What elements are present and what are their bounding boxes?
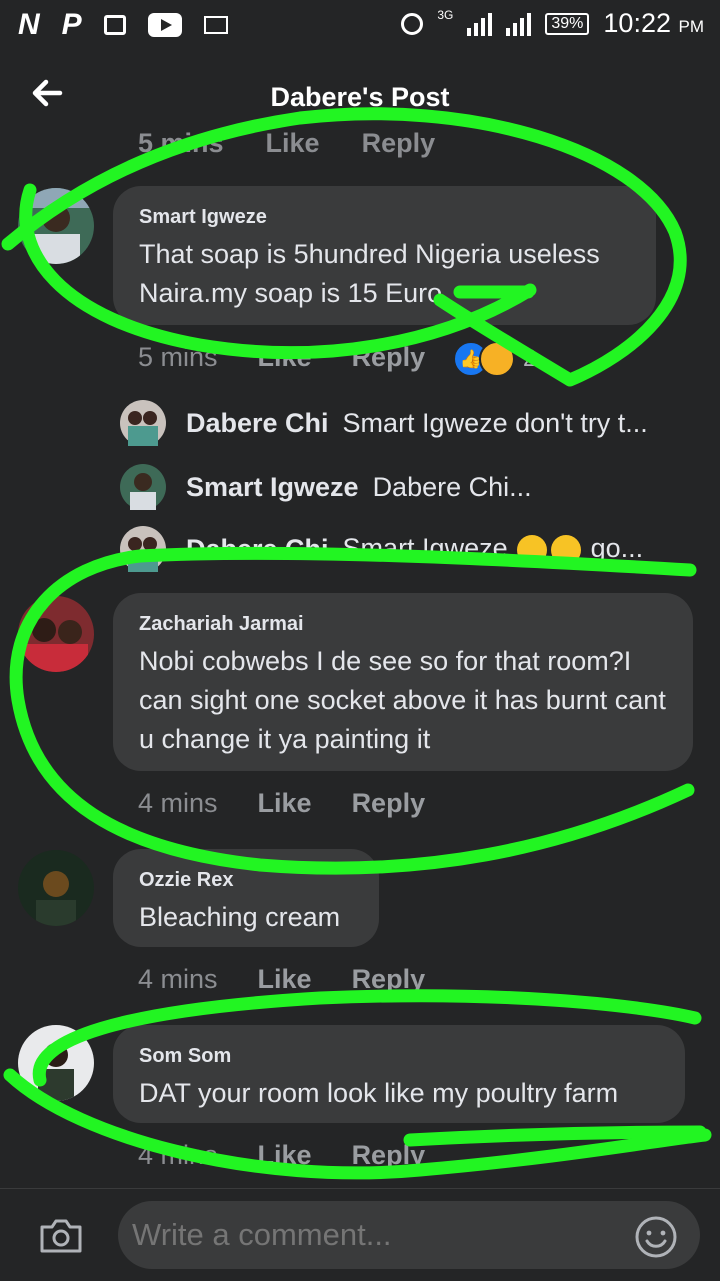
reply-button[interactable]: Reply [352,788,426,819]
avatar [120,464,166,510]
avatar[interactable] [18,1025,94,1101]
network-type: 3G [437,8,454,22]
comment-composer [0,1188,720,1281]
reply-author[interactable]: Dabere Chi [186,408,329,439]
laughing-emoji-icon [517,534,548,565]
comment-bubble[interactable]: Zachariah Jarmai Nobi cobwebs I de see s… [113,593,693,771]
like-button[interactable]: Like [258,342,312,373]
battery-indicator: 39% [545,12,590,35]
reply-preview[interactable]: Dabere Chi Smart Igweze go... [120,526,643,572]
post-header: Dabere's Post [0,50,720,140]
reply-snippet: Smart Igweze go... [342,533,644,565]
reply-author[interactable]: Smart Igweze [186,472,359,503]
comment-text: Bleaching cream [139,902,341,932]
reply-preview[interactable]: Dabere Chi Smart Igweze don't try t... [120,400,648,446]
avatar [120,400,166,446]
comment-actions: 4 mins Like Reply [138,964,465,995]
comment-time: 5 mins [138,128,224,158]
status-bar: N P 3G 39% 10:22 PM [0,0,720,50]
app-p-icon: P [61,8,82,41]
comment-bubble[interactable]: Smart Igweze That soap is 5hundred Niger… [113,186,656,325]
mail-icon [203,16,228,34]
app-n-icon: N [18,8,40,41]
comment-text: That soap is 5hundred Nigeria useless Na… [139,239,600,308]
previous-comment-meta: 5 mins Like Reply [138,128,435,159]
like-button[interactable]: Like [258,964,312,995]
avatar[interactable] [18,188,94,264]
reply-preview[interactable]: Smart Igweze Dabere Chi... [120,464,532,510]
alarm-icon [401,12,424,35]
comment-time: 4 mins [138,788,218,818]
gallery-icon [103,15,126,35]
comment-text: DAT your room look like my poultry farm [139,1078,619,1108]
reply-button[interactable]: Reply [352,342,426,373]
comment-author[interactable]: Som Som [139,1045,659,1068]
comment-author[interactable]: Ozzie Rex [139,869,353,892]
like-button[interactable]: Like [266,128,320,159]
clock: 10:22 PM [603,8,704,38]
comment-actions: 4 mins Like Reply [138,788,465,819]
signal-icon-2 [506,12,532,36]
reaction-summary[interactable]: 👍 2 [453,341,536,377]
comment-actions: 5 mins Like Reply [138,342,465,373]
avatar[interactable] [18,850,94,926]
reply-snippet: Smart Igweze don't try t... [342,407,648,438]
like-button[interactable]: Like [258,788,312,819]
reply-author[interactable]: Dabere Chi [186,534,329,565]
comment-author[interactable]: Smart Igweze [139,206,630,229]
reply-snippet: Dabere Chi... [372,471,532,502]
comment-bubble[interactable]: Ozzie Rex Bleaching cream [113,849,379,947]
signal-icon [467,12,493,36]
comment-actions: 4 mins Like Reply [138,1140,465,1171]
reaction-count: 2 [523,345,537,372]
like-button[interactable]: Like [258,1140,312,1171]
camera-icon[interactable] [38,1215,84,1255]
comment-time: 4 mins [138,964,218,994]
reply-button[interactable]: Reply [352,1140,426,1171]
page-title: Dabere's Post [270,82,450,112]
comment-author[interactable]: Zachariah Jarmai [139,613,667,636]
haha-reaction-icon [479,341,515,377]
laughing-emoji-icon [551,534,582,565]
avatar [120,526,166,572]
comment-time: 4 mins [138,1140,218,1170]
reply-button[interactable]: Reply [362,128,436,159]
reply-button[interactable]: Reply [352,964,426,995]
comment-text: Nobi cobwebs I de see so for that room?I… [139,646,666,754]
comment-input[interactable] [118,1201,700,1269]
comment-bubble[interactable]: Som Som DAT your room look like my poult… [113,1025,685,1123]
comment-time: 5 mins [138,342,218,372]
avatar[interactable] [18,596,94,672]
youtube-icon [147,13,182,37]
emoji-icon[interactable] [634,1215,678,1259]
